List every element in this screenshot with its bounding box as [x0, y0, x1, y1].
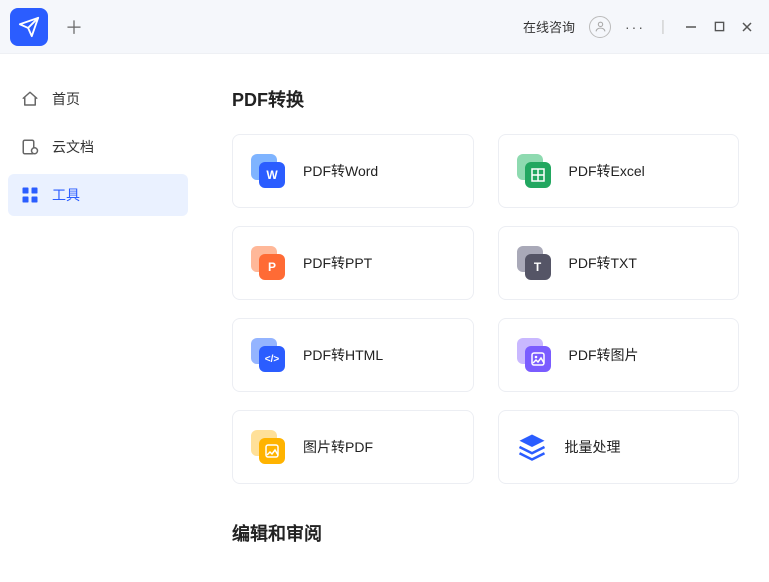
- word-icon: W: [251, 154, 285, 188]
- card-pdf-to-txt[interactable]: T PDF转TXT: [498, 226, 740, 300]
- pipe-divider: |: [649, 13, 677, 41]
- txt-icon: T: [517, 246, 551, 280]
- card-pdf-to-html[interactable]: </> PDF转HTML: [232, 318, 474, 392]
- cloud-doc-icon: [20, 137, 40, 157]
- maximize-button[interactable]: [705, 13, 733, 41]
- card-label: PDF转HTML: [303, 345, 383, 365]
- section-title-pdf-convert: PDF转换: [232, 86, 739, 112]
- section-title-edit-review: 编辑和审阅: [232, 520, 739, 546]
- main-content: PDF转换 W PDF转Word PDF转Excel P: [196, 54, 769, 582]
- html-icon: </>: [251, 338, 285, 372]
- sidebar-item-tools[interactable]: 工具: [8, 174, 188, 216]
- new-tab-button[interactable]: ＋: [58, 11, 90, 43]
- card-image-to-pdf[interactable]: 图片转PDF: [232, 410, 474, 484]
- image-icon: [517, 338, 551, 372]
- card-label: PDF转Excel: [569, 161, 645, 181]
- titlebar: ＋ 在线咨询 ··· |: [0, 0, 769, 54]
- close-button[interactable]: [733, 13, 761, 41]
- sidebar-item-label: 工具: [52, 185, 80, 205]
- sidebar-item-cloud-docs[interactable]: 云文档: [8, 126, 188, 168]
- home-icon: [20, 89, 40, 109]
- card-batch-process[interactable]: 批量处理: [498, 410, 740, 484]
- card-label: PDF转TXT: [569, 253, 637, 273]
- card-label: 批量处理: [565, 437, 621, 457]
- grid-icon: [20, 185, 40, 205]
- sidebar-item-label: 首页: [52, 89, 80, 109]
- card-pdf-to-ppt[interactable]: P PDF转PPT: [232, 226, 474, 300]
- card-pdf-to-word[interactable]: W PDF转Word: [232, 134, 474, 208]
- sidebar-item-label: 云文档: [52, 137, 94, 157]
- image-to-pdf-icon: [251, 430, 285, 464]
- layers-icon: [517, 432, 547, 462]
- card-label: 图片转PDF: [303, 437, 373, 457]
- card-label: PDF转Word: [303, 161, 378, 181]
- sidebar-item-home[interactable]: 首页: [8, 78, 188, 120]
- online-consult-link[interactable]: 在线咨询: [523, 17, 575, 36]
- user-avatar[interactable]: [589, 16, 611, 38]
- card-pdf-to-excel[interactable]: PDF转Excel: [498, 134, 740, 208]
- card-label: PDF转PPT: [303, 253, 372, 273]
- card-label: PDF转图片: [569, 345, 639, 365]
- ppt-icon: P: [251, 246, 285, 280]
- card-pdf-to-image[interactable]: PDF转图片: [498, 318, 740, 392]
- sidebar: 首页 云文档 工具: [0, 54, 196, 582]
- app-logo-icon: [10, 8, 48, 46]
- minimize-button[interactable]: [677, 13, 705, 41]
- pdf-convert-grid: W PDF转Word PDF转Excel P PDF转PPT: [232, 134, 739, 484]
- excel-icon: [517, 154, 551, 188]
- more-menu-button[interactable]: ···: [621, 13, 649, 41]
